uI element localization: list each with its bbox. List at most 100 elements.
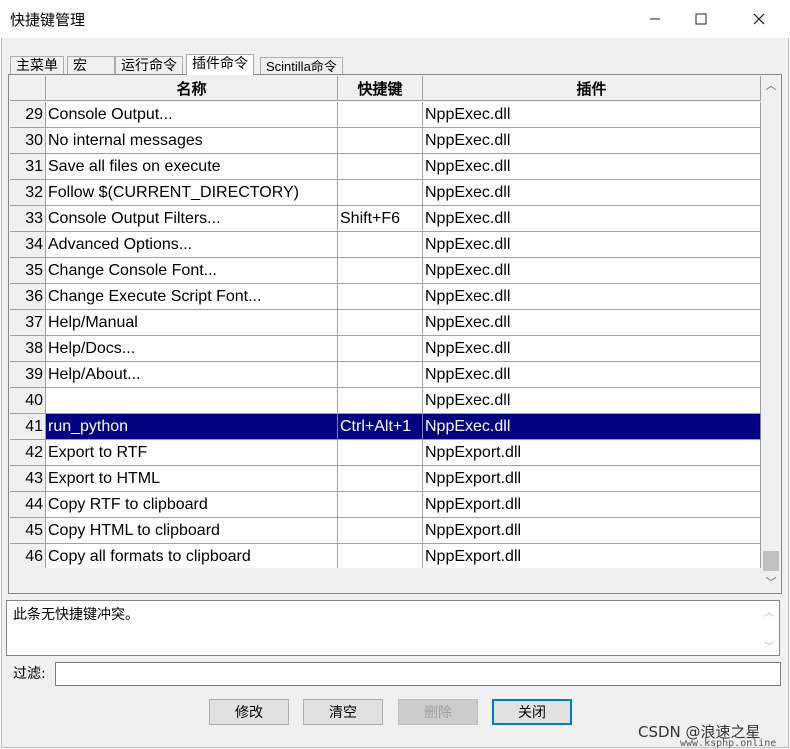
message-scrollbar[interactable]: ︿ ﹀ — [759, 601, 779, 655]
command-name[interactable]: Copy HTML to clipboard — [46, 518, 338, 544]
row-number[interactable]: 34 — [10, 232, 46, 258]
table-row[interactable]: 39 Help/About... NppExec.dll — [10, 362, 761, 388]
table-row[interactable]: 33 Console Output Filters... Shift+F6 NppEx… — [10, 206, 761, 232]
table-row[interactable]: 42 Export to RTF NppExport.dll — [10, 440, 761, 466]
table-row[interactable]: 29 Console Output... NppExec.dll — [10, 102, 761, 128]
table-row[interactable]: 43 Export to HTML NppExport.dll — [10, 466, 761, 492]
row-number[interactable]: 42 — [10, 440, 46, 466]
shortcut-key[interactable] — [338, 518, 423, 544]
header-name[interactable]: 名称 — [46, 76, 338, 101]
tab-plugin-commands[interactable]: 插件命令 — [186, 54, 254, 75]
table-row[interactable]: 45 Copy HTML to clipboard NppExport.dll — [10, 518, 761, 544]
command-name[interactable]: Export to HTML — [46, 466, 338, 492]
command-name[interactable]: Help/About... — [46, 362, 338, 388]
command-name[interactable] — [46, 388, 338, 414]
table-row[interactable]: 37 Help/Manual NppExec.dll — [10, 310, 761, 336]
command-name[interactable]: Copy all formats to clipboard — [46, 544, 338, 570]
row-number[interactable]: 41 — [10, 414, 46, 440]
plugin-name[interactable]: NppExec.dll — [423, 258, 761, 284]
row-number[interactable]: 39 — [10, 362, 46, 388]
command-name[interactable]: Copy RTF to clipboard — [46, 492, 338, 518]
header-shortcut[interactable]: 快捷键 — [338, 76, 423, 101]
plugin-name[interactable]: NppExport.dll — [423, 466, 761, 492]
row-number[interactable]: 30 — [10, 128, 46, 154]
close-window-button[interactable] — [736, 0, 782, 38]
row-number[interactable]: 46 — [10, 544, 46, 570]
table-row[interactable]: 44 Copy RTF to clipboard NppExport.dll — [10, 492, 761, 518]
table-row[interactable]: 38 Help/Docs... NppExec.dll — [10, 336, 761, 362]
row-number[interactable]: 38 — [10, 336, 46, 362]
plugin-name[interactable]: NppExec.dll — [423, 362, 761, 388]
plugin-name[interactable]: NppExport.dll — [423, 440, 761, 466]
shortcut-key[interactable] — [338, 180, 423, 206]
command-name[interactable]: Follow $(CURRENT_DIRECTORY) — [46, 180, 338, 206]
table-row[interactable]: 31 Save all files on execute NppExec.dll — [10, 154, 761, 180]
filter-input[interactable] — [55, 662, 781, 686]
shortcut-key[interactable]: Shift+F6 — [338, 206, 423, 232]
shortcut-key[interactable] — [338, 466, 423, 492]
plugin-name[interactable]: NppExec.dll — [423, 414, 761, 440]
table-row[interactable]: 30 No internal messages NppExec.dll — [10, 128, 761, 154]
shortcut-key[interactable] — [338, 440, 423, 466]
row-number[interactable]: 29 — [10, 102, 46, 128]
tab-scintilla-commands[interactable]: Scintilla命令 — [260, 57, 343, 75]
clear-button[interactable]: 清空 — [303, 699, 383, 725]
command-name[interactable]: Export to RTF — [46, 440, 338, 466]
command-name[interactable]: run_python — [46, 414, 338, 440]
shortcut-key[interactable]: Ctrl+Alt+1 — [338, 414, 423, 440]
row-number[interactable]: 35 — [10, 258, 46, 284]
plugin-name[interactable]: NppExec.dll — [423, 154, 761, 180]
row-number[interactable]: 32 — [10, 180, 46, 206]
shortcut-key[interactable] — [338, 336, 423, 362]
command-name[interactable]: Save all files on execute — [46, 154, 338, 180]
message-scroll-down-icon[interactable]: ﹀ — [759, 636, 779, 654]
command-name[interactable]: No internal messages — [46, 128, 338, 154]
command-name[interactable]: Advanced Options... — [46, 232, 338, 258]
shortcut-key[interactable] — [338, 232, 423, 258]
command-name[interactable]: Console Output... — [46, 102, 338, 128]
plugin-name[interactable]: NppExport.dll — [423, 492, 761, 518]
tab-main-menu[interactable]: 主菜单 — [10, 56, 64, 74]
row-number[interactable]: 36 — [10, 284, 46, 310]
plugin-name[interactable]: NppExport.dll — [423, 518, 761, 544]
plugin-name[interactable]: NppExport.dll — [423, 544, 761, 570]
shortcut-key[interactable] — [338, 128, 423, 154]
row-number[interactable]: 43 — [10, 466, 46, 492]
shortcut-key[interactable] — [338, 362, 423, 388]
row-number[interactable]: 44 — [10, 492, 46, 518]
table-row[interactable]: 32 Follow $(CURRENT_DIRECTORY) NppExec.dll — [10, 180, 761, 206]
plugin-name[interactable]: NppExec.dll — [423, 206, 761, 232]
table-row[interactable]: 34 Advanced Options... NppExec.dll — [10, 232, 761, 258]
command-name[interactable]: Console Output Filters... — [46, 206, 338, 232]
tab-macros[interactable]: 宏 — [67, 56, 115, 74]
plugin-name[interactable]: NppExec.dll — [423, 284, 761, 310]
table-row[interactable]: 41 run_python Ctrl+Alt+1 NppExec.dll — [10, 414, 761, 440]
header-plugin[interactable]: 插件 — [423, 76, 761, 101]
shortcut-key[interactable] — [338, 492, 423, 518]
table-row[interactable]: 46 Copy all formats to clipboard NppExport… — [10, 544, 761, 570]
message-scroll-up-icon[interactable]: ︿ — [759, 602, 779, 620]
shortcut-key[interactable] — [338, 102, 423, 128]
row-number[interactable]: 31 — [10, 154, 46, 180]
maximize-button[interactable] — [678, 0, 724, 38]
shortcut-key[interactable] — [338, 544, 423, 570]
row-number[interactable]: 33 — [10, 206, 46, 232]
delete-button[interactable]: 删除 — [398, 699, 478, 725]
plugin-name[interactable]: NppExec.dll — [423, 180, 761, 206]
plugin-name[interactable]: NppExec.dll — [423, 128, 761, 154]
scroll-thumb[interactable] — [763, 551, 779, 571]
plugin-name[interactable]: NppExec.dll — [423, 102, 761, 128]
table-vertical-scrollbar[interactable]: ︿ ﹀ — [761, 75, 781, 593]
plugin-name[interactable]: NppExec.dll — [423, 336, 761, 362]
plugin-name[interactable]: NppExec.dll — [423, 310, 761, 336]
shortcut-key[interactable] — [338, 284, 423, 310]
shortcut-key[interactable] — [338, 310, 423, 336]
minimize-button[interactable] — [632, 0, 678, 38]
command-name[interactable]: Help/Manual — [46, 310, 338, 336]
table-row[interactable]: 40 NppExec.dll — [10, 388, 761, 414]
table-row[interactable]: 36 Change Execute Script Font... NppExec.d… — [10, 284, 761, 310]
tab-run-commands[interactable]: 运行命令 — [115, 56, 183, 74]
command-name[interactable]: Change Execute Script Font... — [46, 284, 338, 310]
close-button[interactable]: 关闭 — [492, 699, 572, 725]
row-number[interactable]: 45 — [10, 518, 46, 544]
